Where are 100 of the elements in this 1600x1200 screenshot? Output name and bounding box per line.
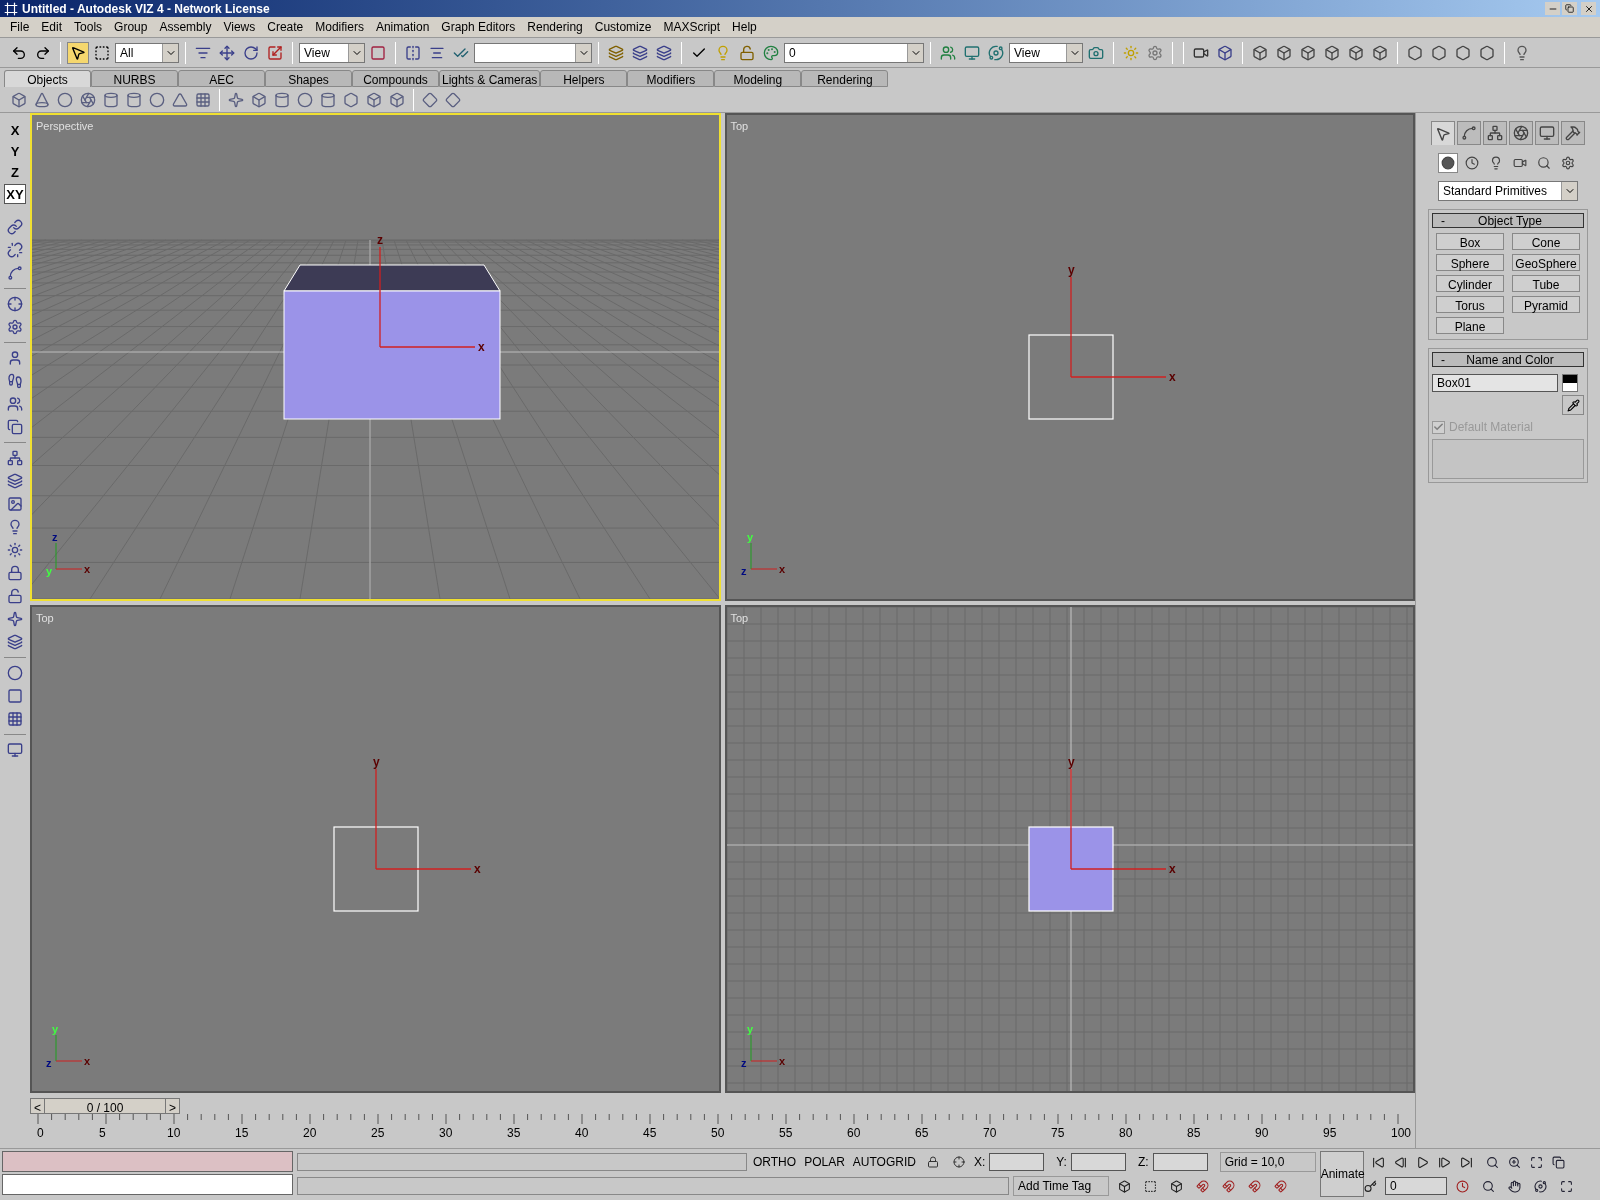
menu-item[interactable]: Tools [68, 18, 109, 36]
animate-button[interactable]: Animate [1319, 1151, 1364, 1197]
axis-label: y [746, 1023, 753, 1035]
tab[interactable]: Modifiers [627, 70, 715, 87]
menu-item[interactable]: Edit [35, 18, 69, 36]
menu-item[interactable]: Rendering [521, 18, 589, 36]
axis-label: x [778, 1055, 785, 1067]
viewport[interactable]: Top x y y z x [724, 113, 1415, 601]
tab[interactable]: AEC [178, 70, 265, 87]
menu-item[interactable]: Animation [369, 18, 436, 36]
time-slider-thumb[interactable]: < 0 / 100 > [30, 1097, 180, 1114]
object-type-button[interactable]: Cylinder [1436, 275, 1504, 292]
previous-frame-button[interactable]: < [31, 1098, 45, 1113]
ruler-label: 5 [99, 1125, 106, 1142]
ruler-label: 80 [1119, 1125, 1133, 1142]
window-title: Untitled - Autodesk VIZ 4 - Network License [22, 0, 270, 18]
viewport[interactable]: Top x y y z x [724, 605, 1415, 1093]
menu-item[interactable]: Graph Editors [435, 18, 522, 36]
axis-label: x [84, 1055, 91, 1067]
current-frame-field[interactable]: 0 [1385, 1177, 1447, 1195]
axis-constraint-button[interactable]: Z [4, 163, 26, 183]
ruler-label: 10 [167, 1125, 181, 1142]
tab[interactable]: Compounds [352, 70, 439, 87]
rollout-header[interactable]: - Object Type [1432, 213, 1584, 228]
object-type-button[interactable]: Plane [1436, 317, 1504, 334]
menu-item[interactable]: Group [108, 18, 154, 36]
eyedropper-button[interactable] [1562, 395, 1584, 415]
viewport-label: Top [36, 611, 54, 626]
hierarchy-icon[interactable] [1483, 121, 1507, 145]
hammer-icon[interactable] [1561, 121, 1585, 145]
menu-item[interactable]: Help [726, 18, 763, 36]
object-type-button[interactable]: Pyramid [1512, 296, 1580, 313]
axis-label: x [778, 563, 785, 575]
menu-item[interactable]: MAXScript [657, 18, 727, 36]
ruler-label: 95 [1323, 1125, 1337, 1142]
macro-recorder-field[interactable] [2, 1151, 293, 1172]
rollout-title: Object Type [1477, 212, 1543, 230]
axis-label: y [52, 1023, 59, 1035]
x-field[interactable] [989, 1153, 1045, 1171]
object-type-button[interactable]: Box [1436, 233, 1504, 250]
menu-item[interactable]: Modifiers [309, 18, 370, 36]
collapse-toggle[interactable]: - [1441, 350, 1445, 369]
viewport[interactable]: Top x y y z x [30, 605, 721, 1093]
snap-toggle[interactable]: POLAR [802, 1153, 847, 1171]
axis-label: z [377, 233, 383, 247]
tab[interactable]: Helpers [540, 70, 628, 87]
rollout-header[interactable]: - Name and Color [1432, 352, 1584, 367]
monitor-icon[interactable] [1535, 121, 1559, 145]
ruler-label: 60 [847, 1125, 861, 1142]
object-type-button[interactable]: Sphere [1436, 254, 1504, 271]
object-name-field[interactable]: Box01 [1432, 374, 1558, 392]
viewport[interactable]: Perspective x z z y x [30, 113, 721, 601]
grid-size-label: Grid = 10,0 [1219, 1152, 1316, 1172]
axis-constraint-button[interactable]: XY [4, 184, 26, 204]
next-frame-button[interactable]: > [165, 1098, 179, 1113]
tab[interactable]: Modeling [714, 70, 802, 87]
layer-dropdown[interactable]: 0 [784, 42, 924, 63]
coordinate-system-dropdown[interactable]: View [299, 42, 365, 63]
curve-icon[interactable] [1457, 121, 1481, 145]
ruler-label: 55 [779, 1125, 793, 1142]
selection-filter-dropdown[interactable]: All [115, 42, 179, 63]
tab[interactable]: NURBS [91, 70, 178, 87]
ruler-label: 65 [915, 1125, 929, 1142]
axis-constraint-button[interactable]: Y [4, 142, 26, 162]
object-type-button[interactable]: Torus [1436, 296, 1504, 313]
collapse-toggle[interactable]: - [1441, 211, 1445, 230]
snap-toggle[interactable]: AUTOGRID [850, 1153, 918, 1171]
render-view-dropdown[interactable]: View [1009, 42, 1083, 63]
menu-item[interactable]: Create [261, 18, 310, 36]
object-type-button[interactable]: Cone [1512, 233, 1580, 250]
z-field[interactable] [1152, 1153, 1208, 1171]
named-selection-dropdown[interactable] [474, 42, 592, 63]
x-label: X: [973, 1154, 986, 1171]
timeline-ruler[interactable]: 0 5 10 15 20 25 30 35 40 45 50 55 60 65 70 75 80 85 90 95 100 [37, 1114, 1412, 1140]
axis-label: z [52, 531, 58, 543]
menu-item[interactable]: Customize [588, 18, 658, 36]
viewport-label: Top [730, 119, 749, 134]
tab[interactable]: Lights & Cameras [439, 70, 541, 87]
pointer-icon[interactable] [1431, 121, 1455, 145]
snap-toggle[interactable]: ORTHO [751, 1153, 799, 1171]
ruler-label: 50 [711, 1125, 725, 1142]
listener-field[interactable] [2, 1174, 293, 1195]
tab[interactable]: Shapes [265, 70, 352, 87]
color-swatch[interactable] [1562, 374, 1578, 392]
select-icon[interactable] [67, 41, 89, 64]
category-dropdown[interactable]: Standard Primitives [1438, 181, 1578, 201]
ruler-label: 25 [371, 1125, 385, 1142]
sphere-icon[interactable] [1438, 153, 1458, 173]
menu-item[interactable]: File [4, 18, 36, 36]
y-field[interactable] [1070, 1153, 1126, 1171]
add-time-tag-button[interactable]: Add Time Tag [1013, 1176, 1109, 1196]
menu-item[interactable]: Views [217, 18, 262, 36]
tab[interactable]: Objects [4, 70, 91, 87]
object-type-button[interactable]: Tube [1512, 275, 1580, 292]
viewport-label: Perspective [36, 119, 94, 134]
tab[interactable]: Rendering [801, 70, 889, 87]
axis-constraint-button[interactable]: X [4, 121, 26, 141]
axis-label: x [84, 563, 91, 575]
object-type-button[interactable]: GeoSphere [1512, 254, 1580, 271]
menu-item[interactable]: Assembly [153, 18, 218, 36]
